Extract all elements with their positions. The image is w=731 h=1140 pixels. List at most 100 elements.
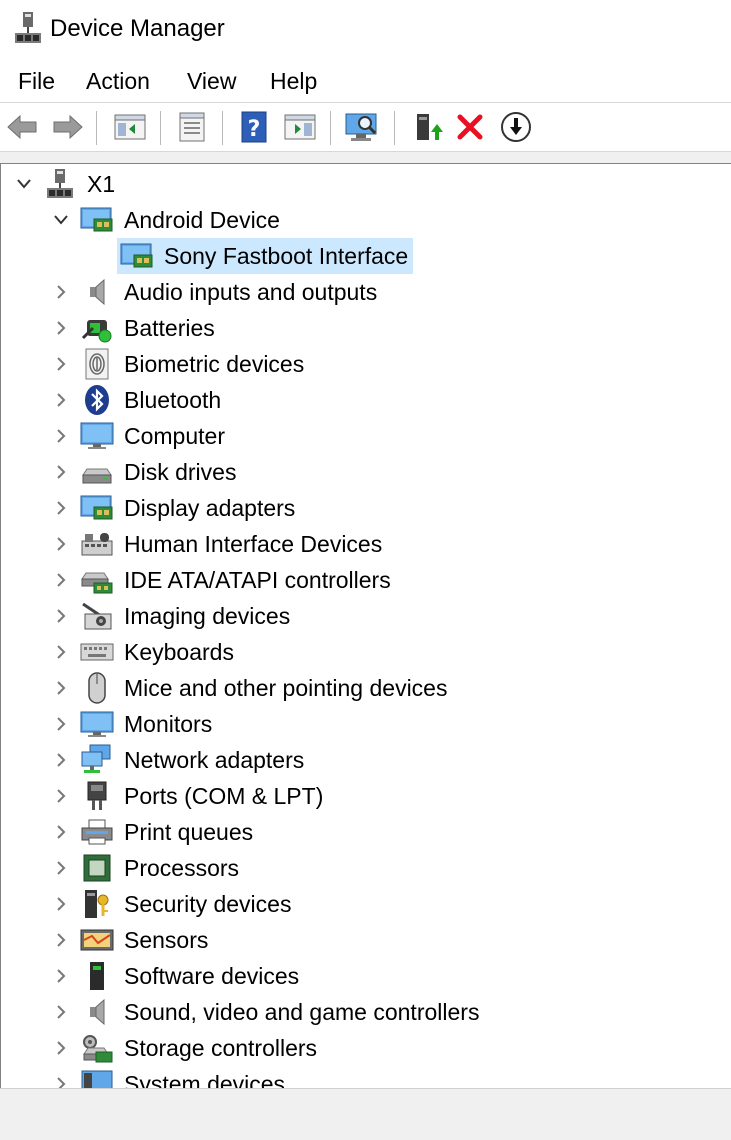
chevron-right-icon[interactable] [50, 778, 72, 814]
tree-category-ports-com-lpt[interactable]: Ports (COM & LPT) [50, 778, 327, 814]
menu-help[interactable]: Help [270, 65, 317, 97]
display-adapter-icon [80, 491, 114, 525]
tree-category-network-adapters[interactable]: Network adapters [50, 742, 308, 778]
uninstall-device-button[interactable] [452, 109, 488, 145]
tree-category-label: Audio inputs and outputs [124, 279, 378, 305]
chevron-right-icon[interactable] [50, 310, 72, 346]
tree-category-display-adapters[interactable]: Display adapters [50, 490, 299, 526]
tree-category-bluetooth[interactable]: Bluetooth [50, 382, 225, 418]
monitor-card-icon [120, 239, 154, 273]
chevron-right-icon[interactable] [50, 274, 72, 310]
tree-category-processors[interactable]: Processors [50, 850, 243, 886]
tree-category-system-devices[interactable]: System devices [50, 1066, 289, 1089]
chevron-right-icon[interactable] [50, 814, 72, 850]
tree-category-audio-inputs-and-outputs[interactable]: Audio inputs and outputs [50, 274, 381, 310]
chevron-right-icon[interactable] [50, 994, 72, 1030]
tree-category-label: Software devices [124, 963, 300, 989]
camera-icon [80, 599, 114, 633]
tree-category-mice-and-other-pointing-devices[interactable]: Mice and other pointing devices [50, 670, 451, 706]
mouse-icon [80, 671, 114, 705]
tree-category-ide-ata-atapi-controllers[interactable]: IDE ATA/ATAPI controllers [50, 562, 395, 598]
properties-button[interactable] [174, 109, 210, 145]
tree-category-computer[interactable]: Computer [50, 418, 229, 454]
computer-tower-icon [43, 167, 77, 201]
chevron-right-icon[interactable] [50, 454, 72, 490]
tree-category-sound-video-and-game-controllers[interactable]: Sound, video and game controllers [50, 994, 483, 1030]
chevron-right-icon[interactable] [50, 1066, 72, 1089]
network-adapter-icon [80, 743, 114, 777]
monitor-icon [80, 707, 114, 741]
chevron-right-icon[interactable] [50, 526, 72, 562]
tree-category-print-queues[interactable]: Print queues [50, 814, 257, 850]
tree-category-human-interface-devices[interactable]: Human Interface Devices [50, 526, 386, 562]
chevron-right-icon[interactable] [50, 562, 72, 598]
menu-view[interactable]: View [187, 65, 236, 97]
show-hide-action-pane-button[interactable] [282, 109, 318, 145]
port-icon [80, 779, 114, 813]
chevron-right-icon[interactable] [50, 346, 72, 382]
chevron-right-icon[interactable] [50, 886, 72, 922]
tree-category-sensors[interactable]: Sensors [50, 922, 212, 958]
chevron-right-icon[interactable] [50, 922, 72, 958]
tree-category-label: System devices [124, 1071, 286, 1089]
uninstall-device-icon [457, 114, 483, 140]
update-driver-icon [417, 114, 443, 140]
device-tree[interactable]: X1 Android Device Sony Fastboot Interfac… [0, 163, 731, 1089]
help-icon: ? [241, 111, 267, 143]
tree-category-android-device[interactable]: Android Device [50, 202, 284, 238]
chevron-right-icon[interactable] [50, 742, 72, 778]
tree-category-disk-drives[interactable]: Disk drives [50, 454, 240, 490]
tree-category-monitors[interactable]: Monitors [50, 706, 216, 742]
chevron-right-icon[interactable] [50, 706, 72, 742]
scan-hardware-changes-button[interactable] [344, 109, 380, 145]
tree-category-label: Sensors [124, 927, 209, 953]
fingerprint-icon [80, 347, 114, 381]
software-device-icon [80, 959, 114, 993]
toolbar-separator [160, 111, 161, 145]
tree-category-imaging-devices[interactable]: Imaging devices [50, 598, 294, 634]
chevron-right-icon[interactable] [50, 670, 72, 706]
disk-drive-icon [80, 455, 114, 489]
window-title: Device Manager [50, 15, 225, 42]
toolbar: ? [0, 103, 731, 151]
tree-category-batteries[interactable]: Batteries [50, 310, 219, 346]
ide-controller-icon [80, 563, 114, 597]
show-hide-console-tree-button[interactable] [112, 109, 148, 145]
disable-device-button[interactable] [498, 109, 534, 145]
forward-button[interactable] [50, 109, 86, 145]
tree-category-biometric-devices[interactable]: Biometric devices [50, 346, 308, 382]
chevron-right-icon[interactable] [50, 490, 72, 526]
tree-category-label: Network adapters [124, 747, 305, 773]
chevron-right-icon[interactable] [50, 850, 72, 886]
device-manager-icon [15, 12, 41, 43]
chevron-right-icon[interactable] [50, 382, 72, 418]
chevron-right-icon[interactable] [50, 634, 72, 670]
help-button[interactable]: ? [236, 109, 272, 145]
storage-controller-icon [80, 1031, 114, 1065]
update-driver-button[interactable] [410, 109, 446, 145]
processor-icon [80, 851, 114, 885]
menu-action[interactable]: Action [86, 65, 150, 97]
back-button[interactable] [4, 109, 40, 145]
tree-category-label: Mice and other pointing devices [124, 675, 448, 701]
tree-category-label: Biometric devices [124, 351, 305, 377]
tree-category-label: Security devices [124, 891, 292, 917]
menu-file[interactable]: File [18, 65, 55, 97]
tree-category-keyboards[interactable]: Keyboards [50, 634, 238, 670]
chevron-right-icon[interactable] [50, 418, 72, 454]
chevron-right-icon[interactable] [50, 598, 72, 634]
chevron-down-icon[interactable] [13, 166, 35, 202]
tree-category-label: Bluetooth [124, 387, 222, 413]
tree-category-storage-controllers[interactable]: Storage controllers [50, 1030, 321, 1066]
tree-root-x1[interactable]: X1 [13, 166, 119, 202]
tree-category-software-devices[interactable]: Software devices [50, 958, 303, 994]
tree-category-label: Android Device [124, 207, 280, 233]
security-key-icon [80, 887, 114, 921]
status-bar [0, 1088, 731, 1140]
chevron-right-icon[interactable] [50, 958, 72, 994]
tree-category-label: Disk drives [124, 459, 237, 485]
chevron-down-icon[interactable] [50, 202, 72, 238]
tree-device-sony-fastboot-interface[interactable]: Sony Fastboot Interface [117, 238, 414, 274]
chevron-right-icon[interactable] [50, 1030, 72, 1066]
tree-category-security-devices[interactable]: Security devices [50, 886, 295, 922]
